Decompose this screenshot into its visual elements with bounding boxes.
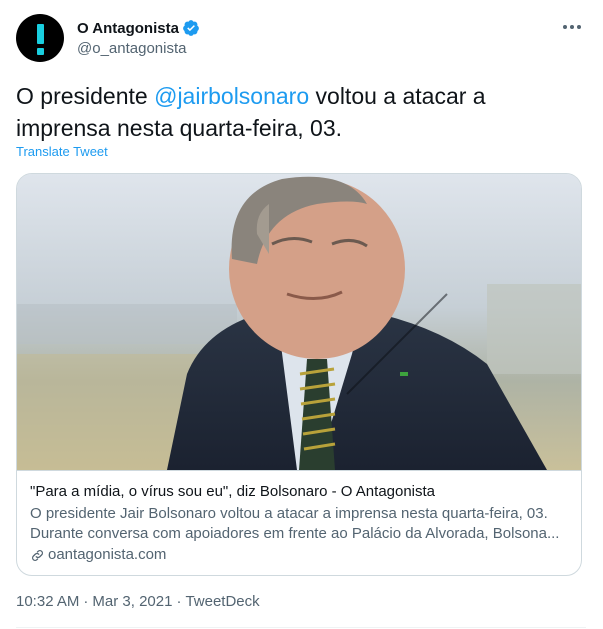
card-domain: oantagonista.com (48, 546, 167, 563)
dot (563, 25, 567, 29)
display-name[interactable]: O Antagonista (77, 20, 179, 37)
card-title[interactable]: "Para a mídia, o vírus sou eu", diz Bols… (30, 482, 570, 502)
card-description: O presidente Jair Bolsonaro voltou a ata… (30, 504, 570, 544)
tweet-date[interactable]: Mar 3, 2021 (92, 593, 172, 610)
verified-badge-icon (183, 20, 199, 36)
meta-separator: · (83, 593, 89, 610)
tweet-text-before: O presidente (16, 83, 155, 109)
divider (16, 627, 586, 628)
tweet: O Antagonista @o_antagonista O president… (0, 0, 603, 629)
translate-tweet-link[interactable]: Translate Tweet (16, 144, 108, 159)
card-image[interactable] (17, 174, 581, 470)
dot (570, 25, 574, 29)
display-name-row[interactable]: O Antagonista (77, 19, 200, 37)
exclamation-dot (37, 48, 44, 55)
tweet-meta: 10:32 AM · Mar 3, 2021 · TweetDeck (16, 593, 260, 610)
tweet-text: O presidente @jairbolsonaro voltou a ata… (16, 80, 586, 144)
meta-separator: · (176, 593, 182, 610)
avatar[interactable] (16, 14, 64, 62)
handle[interactable]: @o_antagonista (77, 40, 186, 57)
card-info[interactable]: "Para a mídia, o vírus sou eu", diz Bols… (17, 470, 581, 575)
tweet-time[interactable]: 10:32 AM (16, 593, 79, 610)
card-photo (17, 174, 581, 470)
tweet-source[interactable]: TweetDeck (185, 593, 259, 610)
exclamation-mark-icon (37, 24, 44, 44)
link-card[interactable]: "Para a mídia, o vírus sou eu", diz Bols… (16, 173, 582, 576)
more-options-icon[interactable] (558, 18, 586, 36)
card-description-line: Durante conversa com apoiadores em frent… (30, 525, 560, 542)
mention-link[interactable]: @jairbolsonaro (154, 83, 309, 109)
card-domain-row[interactable]: oantagonista.com (30, 545, 570, 565)
link-icon (32, 549, 43, 561)
card-description-line: O presidente Jair Bolsonaro voltou a ata… (30, 505, 548, 522)
dot (577, 25, 581, 29)
